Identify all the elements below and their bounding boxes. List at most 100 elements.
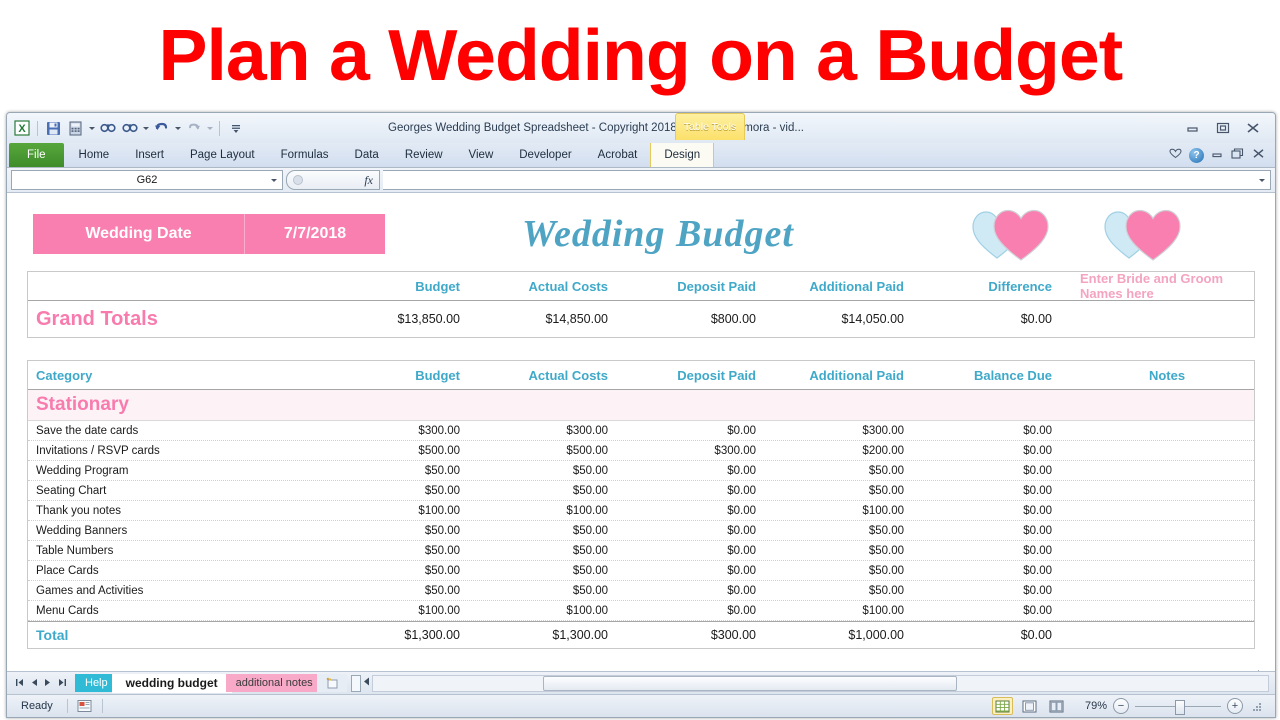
table-row[interactable]: Menu Cards $100.00 $100.00 $0.00 $100.00 $0.0… [28,601,1254,621]
budget-row-budget[interactable]: $500.00 [326,445,474,457]
insert-worksheet-icon[interactable] [316,674,347,692]
budget-row-actual[interactable]: $50.00 [474,465,622,477]
budget-row-budget[interactable]: $50.00 [326,565,474,577]
budget-row-budget[interactable]: $300.00 [326,425,474,437]
budget-row-category[interactable]: Thank you notes [28,505,326,517]
budget-row-balance[interactable]: $0.00 [918,485,1066,497]
budget-row-deposit[interactable]: $0.00 [622,485,770,497]
find-icon[interactable] [98,119,117,138]
worksheet-area[interactable]: Wedding Date 7/7/2018 Wedding Budget Bud… [7,193,1275,671]
budget-row-budget[interactable]: $100.00 [326,505,474,517]
restore-icon[interactable] [1213,121,1233,135]
bt-header-budget[interactable]: Budget [326,368,474,383]
tab-developer[interactable]: Developer [506,143,584,167]
formula-input[interactable] [383,170,1271,190]
first-sheet-icon[interactable] [15,674,24,692]
budget-row-additional[interactable]: $50.00 [770,525,918,537]
minimize-ribbon-icon[interactable] [1211,146,1224,164]
hscroll-thumb[interactable] [542,675,957,691]
tab-acrobat[interactable]: Acrobat [585,143,651,167]
last-sheet-icon[interactable] [58,674,67,692]
budget-row-deposit[interactable]: $300.00 [622,445,770,457]
budget-row-additional[interactable]: $50.00 [770,465,918,477]
budget-row-budget[interactable]: $100.00 [326,605,474,617]
budget-row-additional[interactable]: $100.00 [770,605,918,617]
budget-row-balance[interactable]: $0.00 [918,525,1066,537]
scroll-split-handle[interactable] [350,674,361,692]
zoom-out-button[interactable]: − [1113,698,1129,714]
budget-row-budget[interactable]: $50.00 [326,545,474,557]
budget-row-deposit[interactable]: $0.00 [622,585,770,597]
budget-row-deposit[interactable]: $0.00 [622,505,770,517]
page-preview-icon[interactable] [76,699,94,714]
previous-sheet-icon[interactable] [30,674,38,692]
budget-row-additional[interactable]: $50.00 [770,585,918,597]
budget-row-actual[interactable]: $500.00 [474,445,622,457]
budget-row-category[interactable]: Wedding Banners [28,525,326,537]
zoom-in-button[interactable]: + [1227,698,1243,714]
undo-icon[interactable] [152,119,171,138]
table-row[interactable]: Thank you notes $100.00 $100.00 $0.00 $100.0… [28,501,1254,521]
budget-row-additional[interactable]: $100.00 [770,505,918,517]
budget-row-deposit[interactable]: $0.00 [622,425,770,437]
tab-review[interactable]: Review [392,143,456,167]
budget-row-deposit[interactable]: $0.00 [622,605,770,617]
budget-row-balance[interactable]: $0.00 [918,505,1066,517]
tab-home[interactable]: Home [66,143,123,167]
tab-page-layout[interactable]: Page Layout [177,143,268,167]
tab-formulas[interactable]: Formulas [268,143,342,167]
budget-row-category[interactable]: Games and Activities [28,585,326,597]
table-row[interactable]: Wedding Banners $50.00 $50.00 $0.00 $50.00 $0… [28,521,1254,541]
budget-row-deposit[interactable]: $0.00 [622,525,770,537]
budget-row-actual[interactable]: $50.00 [474,485,622,497]
bt-header-balance[interactable]: Balance Due [918,368,1066,383]
restore-ribbon-icon[interactable] [1231,146,1245,164]
budget-row-actual[interactable]: $50.00 [474,545,622,557]
budget-row-balance[interactable]: $0.00 [918,565,1066,577]
zoom-slider-thumb[interactable] [1175,699,1185,715]
budget-row-additional[interactable]: $50.00 [770,545,918,557]
formula-expand-caret-icon[interactable] [1259,178,1265,182]
budget-row-category[interactable]: Place Cards [28,565,326,577]
save-icon[interactable] [44,119,63,138]
budget-row-category[interactable]: Menu Cards [28,605,326,617]
tab-data[interactable]: Data [342,143,392,167]
resize-grip-icon[interactable] [1251,700,1263,712]
bt-header-category[interactable]: Category [28,368,326,383]
budget-row-budget[interactable]: $50.00 [326,585,474,597]
tab-design[interactable]: Design [650,143,715,167]
budget-row-actual[interactable]: $50.00 [474,565,622,577]
undo-dropdown-caret[interactable] [175,126,181,130]
budget-row-budget[interactable]: $50.00 [326,465,474,477]
find-replace-icon[interactable] [120,119,139,138]
ribbon-options-icon[interactable] [1169,146,1182,164]
cancel-formula-icon[interactable] [293,175,303,185]
zoom-level-label[interactable]: 79% [1073,700,1107,712]
budget-row-category[interactable]: Table Numbers [28,545,326,557]
calculator-dropdown-caret[interactable] [89,126,95,130]
budget-row-balance[interactable]: $0.00 [918,465,1066,477]
budget-row-additional[interactable]: $200.00 [770,445,918,457]
budget-row-actual[interactable]: $300.00 [474,425,622,437]
budget-row-balance[interactable]: $0.00 [918,545,1066,557]
insert-function-icon[interactable]: fx [364,173,373,188]
sheet-tab-additional-notes[interactable]: additional notes [225,674,323,692]
help-icon[interactable]: ? [1189,147,1204,163]
table-row[interactable]: Invitations / RSVP cards $500.00 $500.00 $3… [28,441,1254,461]
budget-row-additional[interactable]: $50.00 [770,565,918,577]
budget-row-balance[interactable]: $0.00 [918,585,1066,597]
contextual-tab-table-tools[interactable]: Table Tools [675,113,745,140]
budget-row-budget[interactable]: $50.00 [326,525,474,537]
budget-row-deposit[interactable]: $0.00 [622,465,770,477]
table-row[interactable]: Save the date cards $300.00 $300.00 $0.00 $3… [28,421,1254,441]
sheet-tab-wedding-budget[interactable]: wedding budget [111,673,232,693]
name-box[interactable]: G62 [11,170,283,190]
tab-view[interactable]: View [456,143,507,167]
bt-header-actual[interactable]: Actual Costs [474,368,622,383]
minimize-icon[interactable] [1183,121,1203,135]
bt-header-deposit[interactable]: Deposit Paid [622,368,770,383]
table-row[interactable]: Place Cards $50.00 $50.00 $0.00 $50.00 $0.00 [28,561,1254,581]
budget-row-category[interactable]: Save the date cards [28,425,326,437]
scroll-left-icon[interactable] [361,674,372,692]
table-row[interactable]: Table Numbers $50.00 $50.00 $0.00 $50.00 $0.0… [28,541,1254,561]
